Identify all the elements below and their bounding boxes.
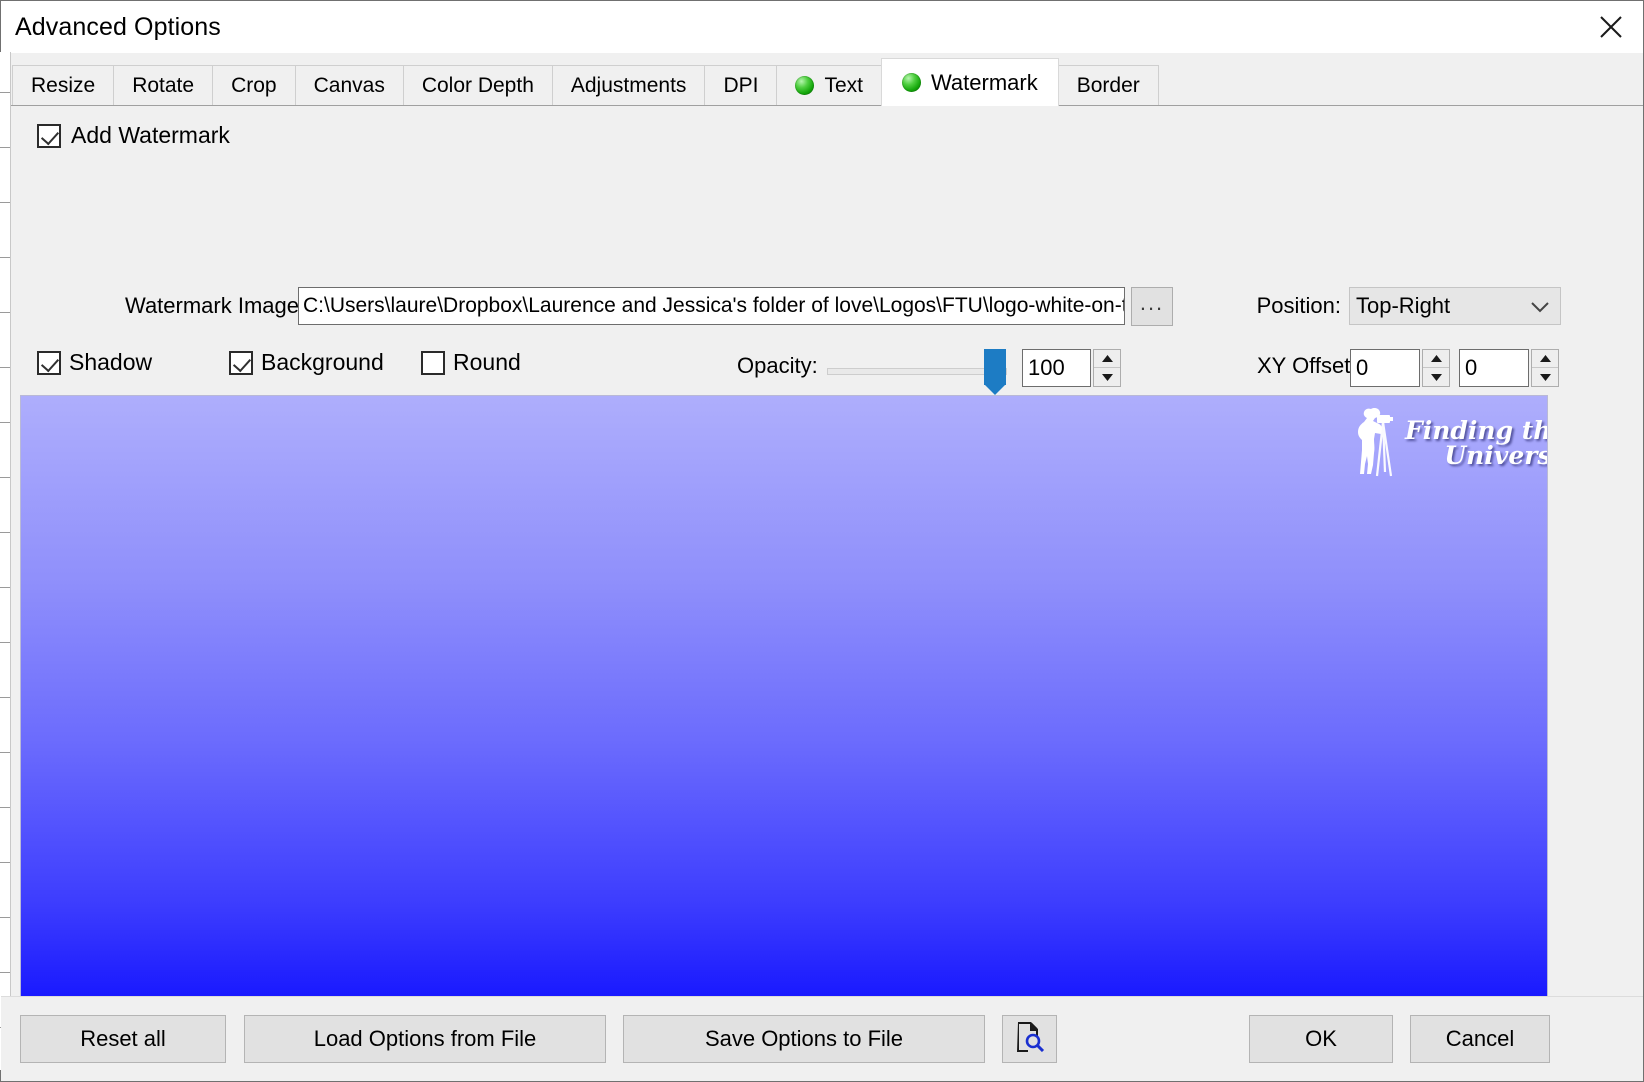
opacity-slider-track[interactable]: [827, 368, 1007, 375]
tab-label: Adjustments: [571, 74, 687, 98]
logo-line-2: Universe: [1405, 443, 1548, 468]
watermark-image-input[interactable]: C:\Users\laure\Dropbox\Laurence and Jess…: [298, 287, 1125, 325]
shadow-checkbox[interactable]: Shadow: [37, 349, 152, 376]
tab-canvas[interactable]: Canvas: [295, 65, 404, 105]
stepper-down-icon[interactable]: [1532, 368, 1558, 386]
photographer-tripod-icon: [1343, 402, 1401, 485]
dialog-footer: Reset all Load Options from File Save Op…: [1, 996, 1643, 1081]
position-label: Position:: [1257, 293, 1341, 319]
document-preview-icon: [1015, 1020, 1045, 1058]
green-led-icon: [902, 73, 921, 92]
title-bar: Advanced Options: [1, 1, 1643, 53]
watermark-preview[interactable]: Finding the Universe: [20, 395, 1548, 1064]
tab-watermark[interactable]: Watermark: [881, 58, 1059, 106]
watermark-logo: Finding the Universe: [1343, 404, 1541, 482]
background-label: Background: [261, 349, 384, 376]
tab-resize[interactable]: Resize: [12, 65, 114, 105]
tab-adjustments[interactable]: Adjustments: [552, 65, 706, 105]
browse-button[interactable]: ...: [1131, 287, 1173, 326]
chevron-down-icon: [1530, 293, 1550, 319]
reset-all-button[interactable]: Reset all: [20, 1015, 226, 1063]
opacity-slider-thumb[interactable]: [984, 349, 1006, 385]
round-label: Round: [453, 349, 521, 376]
tab-label: Resize: [31, 74, 95, 98]
tab-label: Watermark: [931, 70, 1038, 96]
tab-strip: Resize Rotate Crop Canvas Color Depth Ad…: [1, 53, 1643, 106]
green-led-icon: [795, 76, 814, 95]
watermark-logo-text: Finding the Universe: [1405, 418, 1548, 468]
x-offset-stepper[interactable]: [1422, 349, 1450, 387]
checkbox-icon: [229, 351, 253, 375]
tab-label: Rotate: [132, 74, 194, 98]
position-value: Top-Right: [1356, 293, 1450, 319]
shadow-label: Shadow: [69, 349, 152, 376]
tab-label: DPI: [723, 74, 758, 98]
tab-text[interactable]: Text: [776, 65, 882, 105]
load-options-button[interactable]: Load Options from File: [244, 1015, 606, 1063]
preview-button[interactable]: [1002, 1015, 1057, 1063]
tab-crop[interactable]: Crop: [212, 65, 296, 105]
opacity-input[interactable]: 100: [1022, 349, 1091, 387]
tab-color-depth[interactable]: Color Depth: [403, 65, 553, 105]
tab-label: Text: [824, 74, 863, 98]
tab-dpi[interactable]: DPI: [704, 65, 777, 105]
x-offset-input[interactable]: 0: [1350, 349, 1420, 387]
stepper-up-icon[interactable]: [1532, 350, 1558, 368]
tab-rotate[interactable]: Rotate: [113, 65, 213, 105]
y-offset-stepper[interactable]: [1531, 349, 1559, 387]
add-watermark-checkbox[interactable]: Add Watermark: [37, 122, 230, 149]
xy-offset-label: XY Offset:: [1257, 353, 1356, 379]
y-offset-input[interactable]: 0: [1459, 349, 1529, 387]
tab-label: Border: [1077, 74, 1140, 98]
stepper-up-icon[interactable]: [1094, 350, 1120, 368]
advanced-options-dialog: Advanced Options Resize Rotate Crop Canv…: [0, 0, 1644, 1082]
checkbox-icon: [37, 351, 61, 375]
position-select[interactable]: Top-Right: [1349, 287, 1561, 325]
close-button[interactable]: [1579, 1, 1643, 53]
tab-border[interactable]: Border: [1058, 65, 1159, 105]
watermark-options-row: Shadow Background Round Opacity: 100: [1, 349, 1643, 393]
page-title: Advanced Options: [15, 13, 221, 42]
opacity-label: Opacity:: [737, 353, 818, 379]
tab-label: Color Depth: [422, 74, 534, 98]
checkbox-icon: [37, 124, 61, 148]
close-icon: [1598, 14, 1624, 40]
add-watermark-label: Add Watermark: [71, 122, 230, 149]
watermark-panel: Add Watermark Watermark Image: C:\Users\…: [1, 106, 1643, 996]
watermark-image-label: Watermark Image:: [125, 293, 305, 319]
stepper-down-icon[interactable]: [1423, 368, 1449, 386]
background-checkbox[interactable]: Background: [229, 349, 384, 376]
left-edge-ruler: [0, 52, 11, 1070]
tab-label: Canvas: [314, 74, 385, 98]
opacity-stepper[interactable]: [1093, 349, 1121, 387]
round-checkbox[interactable]: Round: [421, 349, 521, 376]
checkbox-icon: [421, 351, 445, 375]
save-options-button[interactable]: Save Options to File: [623, 1015, 985, 1063]
stepper-down-icon[interactable]: [1094, 368, 1120, 386]
tab-label: Crop: [231, 74, 277, 98]
stepper-up-icon[interactable]: [1423, 350, 1449, 368]
ok-button[interactable]: OK: [1249, 1015, 1393, 1063]
cancel-button[interactable]: Cancel: [1410, 1015, 1550, 1063]
